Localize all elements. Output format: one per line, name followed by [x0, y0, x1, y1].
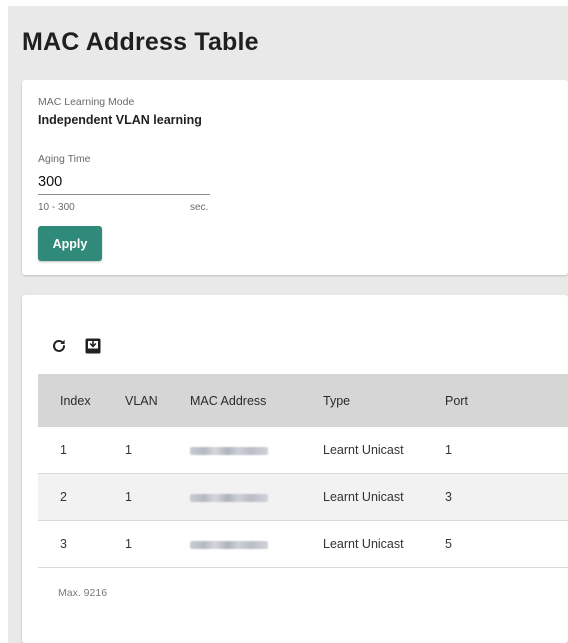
- header-index[interactable]: Index: [38, 374, 125, 427]
- header-vlan[interactable]: VLAN: [125, 374, 190, 427]
- table-row: 1 1 Learnt Unicast 1: [38, 427, 568, 474]
- cell-port: 1: [445, 427, 568, 474]
- cell-mac-address: [190, 473, 323, 521]
- aging-time-unit: sec.: [190, 202, 209, 213]
- aging-time-label: Aging Time: [38, 153, 91, 165]
- cell-mac-address: [190, 427, 323, 474]
- aging-time-input[interactable]: [38, 170, 210, 195]
- cell-index: 1: [38, 427, 125, 474]
- cell-vlan: 1: [125, 520, 190, 568]
- max-entries-note: Max. 9216: [58, 587, 108, 599]
- cell-index: 2: [38, 473, 125, 521]
- header-port[interactable]: Port: [445, 374, 568, 427]
- redacted-mac-address: [190, 446, 268, 455]
- cell-port: 5: [445, 520, 568, 568]
- table-header-row: Index VLAN MAC Address Type Port: [38, 374, 568, 427]
- cell-type: Learnt Unicast: [323, 473, 445, 521]
- cell-index: 3: [38, 520, 125, 568]
- cell-type: Learnt Unicast: [323, 520, 445, 568]
- refresh-icon[interactable]: [50, 337, 68, 355]
- header-mac-address[interactable]: MAC Address: [190, 374, 323, 427]
- mac-settings-card: MAC Learning Mode Independent VLAN learn…: [22, 80, 568, 275]
- redacted-mac-address: [190, 493, 268, 502]
- table-row: 3 1 Learnt Unicast 5: [38, 520, 568, 568]
- table-row: 2 1 Learnt Unicast 3: [38, 473, 568, 521]
- page-background: MAC Address Table MAC Learning Mode Inde…: [8, 6, 568, 643]
- mac-address-table: Index VLAN MAC Address Type Port 1 1 Lea…: [38, 374, 568, 568]
- learning-mode-value: Independent VLAN learning: [38, 113, 202, 127]
- learning-mode-label: MAC Learning Mode: [38, 96, 135, 108]
- cell-vlan: 1: [125, 427, 190, 474]
- cell-port: 3: [445, 473, 568, 521]
- cell-type: Learnt Unicast: [323, 427, 445, 474]
- cell-vlan: 1: [125, 473, 190, 521]
- apply-button[interactable]: Apply: [38, 226, 102, 261]
- page-title: MAC Address Table: [22, 28, 259, 56]
- mac-table-card: Index VLAN MAC Address Type Port 1 1 Lea…: [22, 295, 568, 643]
- header-type[interactable]: Type: [323, 374, 445, 427]
- redacted-mac-address: [190, 540, 268, 549]
- aging-time-range-hint: 10 - 300: [38, 202, 75, 213]
- export-icon[interactable]: [84, 337, 102, 355]
- cell-mac-address: [190, 520, 323, 568]
